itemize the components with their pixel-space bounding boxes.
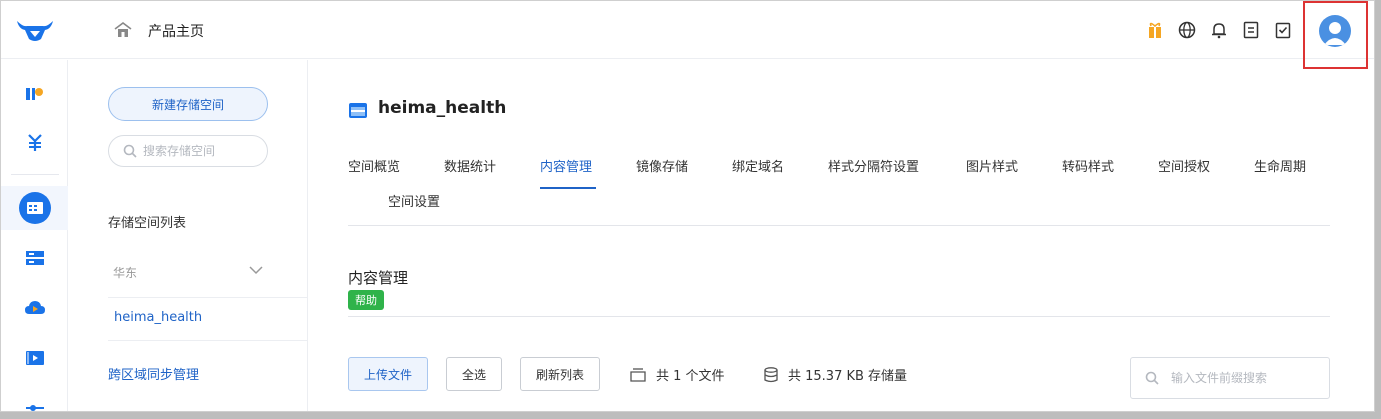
database-icon <box>764 366 778 382</box>
region-label[interactable]: 华东 <box>113 264 137 281</box>
bucket-link[interactable]: heima_health <box>114 310 202 325</box>
file-prefix-search-input[interactable] <box>1171 371 1321 385</box>
tab-mirror-storage[interactable]: 镜像存储 <box>636 156 688 175</box>
section-title: 内容管理 <box>348 269 409 287</box>
tab-overview[interactable]: 空间概览 <box>348 156 400 175</box>
storage-usage-stat: 共 15.37 KB 存储量 <box>764 365 907 384</box>
bucket-list-heading: 存储空间列表 <box>108 216 187 231</box>
icon-rail <box>1 60 68 411</box>
file-search-box[interactable] <box>1130 357 1330 399</box>
app-window: 产品主页 新建存储空间 搜索存储空间 存储空间列表 华东 heima_healt… <box>0 0 1375 412</box>
new-bucket-button[interactable]: 新建存储空间 <box>108 87 268 121</box>
top-icons <box>1145 20 1293 40</box>
kodo-logo-icon[interactable] <box>1 72 68 116</box>
chevron-down-icon[interactable] <box>248 265 264 275</box>
bucket-search-input[interactable] <box>143 144 263 158</box>
avatar-highlight <box>1303 1 1368 69</box>
tab-lifecycle[interactable]: 生命周期 <box>1254 156 1306 175</box>
rail-divider <box>11 174 59 175</box>
document-icon[interactable] <box>1241 20 1261 40</box>
select-all-button[interactable]: 全选 <box>446 357 502 391</box>
gift-icon[interactable] <box>1145 20 1165 40</box>
bucket-search-box[interactable] <box>108 135 268 167</box>
tab-statistics[interactable]: 数据统计 <box>444 156 496 175</box>
tab-transcode-styles[interactable]: 转码样式 <box>1062 156 1114 175</box>
storage-usage-text: 共 15.37 KB 存储量 <box>788 369 908 384</box>
tab-content-management[interactable]: 内容管理 <box>540 156 592 175</box>
folder-icon <box>630 367 646 382</box>
avatar[interactable] <box>1319 15 1351 47</box>
refresh-list-button[interactable]: 刷新列表 <box>520 357 600 391</box>
search-icon <box>1145 371 1159 385</box>
storage-icon[interactable] <box>1 186 68 230</box>
help-badge[interactable]: 帮助 <box>348 290 384 310</box>
server-icon[interactable] <box>1 236 68 280</box>
bucket-title: heima_health <box>378 98 507 118</box>
tab-style-separator[interactable]: 样式分隔符设置 <box>828 156 919 175</box>
globe-icon[interactable] <box>1177 20 1197 40</box>
main-content: heima_health 空间概览 数据统计 内容管理 镜像存储 绑定域名 样式… <box>308 60 1374 411</box>
tab-space-settings[interactable]: 空间设置 <box>388 191 440 210</box>
home-title[interactable]: 产品主页 <box>148 21 204 41</box>
cloud-icon[interactable] <box>1 286 68 330</box>
media-icon[interactable] <box>1 336 68 380</box>
tab-space-authorization[interactable]: 空间授权 <box>1158 156 1210 175</box>
top-bar: 产品主页 <box>1 1 1374 69</box>
file-count-text: 共 1 个文件 <box>656 369 725 384</box>
home-icon[interactable] <box>113 20 133 40</box>
section-divider <box>348 316 1330 317</box>
tabs-divider <box>348 225 1330 226</box>
bucket-sidebar: 新建存储空间 存储空间列表 华东 heima_health 跨区域同步管理 <box>68 60 308 411</box>
tab-bind-domain[interactable]: 绑定域名 <box>732 156 784 175</box>
tab-image-styles[interactable]: 图片样式 <box>966 156 1018 175</box>
checklist-icon[interactable] <box>1273 20 1293 40</box>
search-icon <box>123 144 137 158</box>
cross-region-sync-link[interactable]: 跨区域同步管理 <box>108 364 199 383</box>
upload-file-button[interactable]: 上传文件 <box>348 357 428 391</box>
billing-icon[interactable] <box>1 121 68 165</box>
bucket-list-item[interactable]: heima_health <box>108 297 308 341</box>
bucket-folder-icon <box>349 103 367 118</box>
active-tab-indicator <box>540 187 596 189</box>
file-count-stat: 共 1 个文件 <box>630 365 725 384</box>
bell-icon[interactable] <box>1209 20 1229 40</box>
settings-slider-icon[interactable] <box>1 386 68 411</box>
logo-icon[interactable] <box>15 17 55 43</box>
